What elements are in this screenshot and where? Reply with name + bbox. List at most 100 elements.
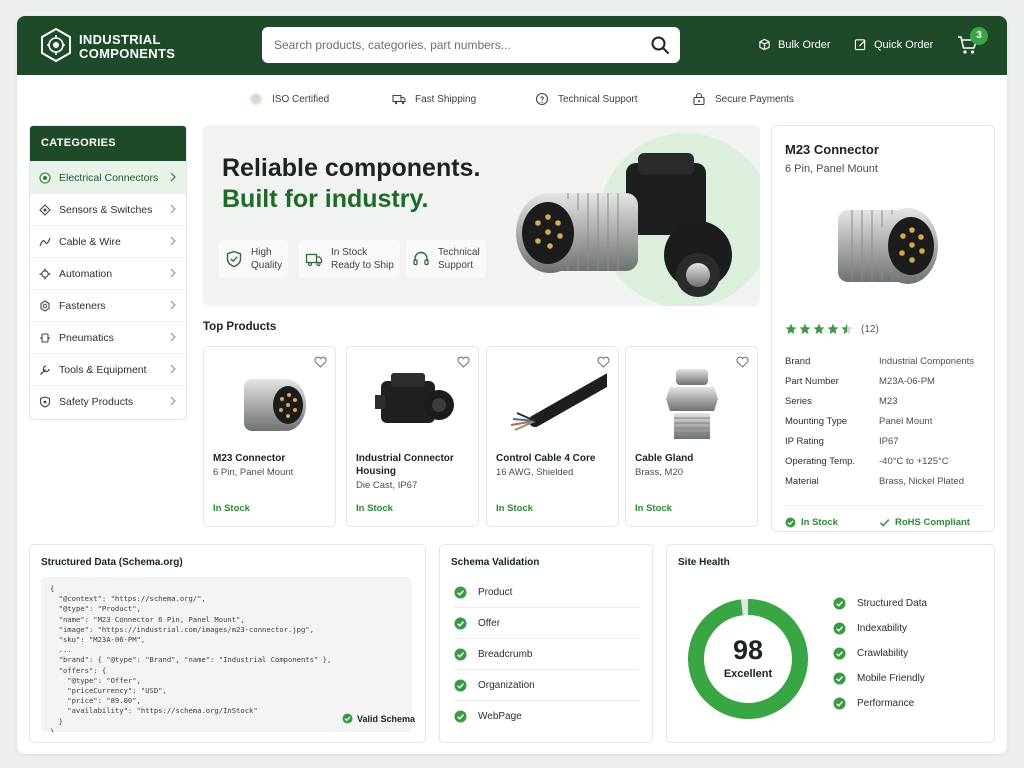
product-card[interactable]: Industrial Connector Housing Die Cast, I… bbox=[346, 346, 479, 527]
spec-value: M23 bbox=[879, 396, 898, 407]
product-image bbox=[510, 373, 607, 431]
shield-icon bbox=[39, 395, 51, 408]
validation-label: Offer bbox=[478, 617, 501, 629]
wrench-icon bbox=[40, 364, 50, 375]
pneumatics-icon bbox=[40, 332, 50, 343]
spec-row: Part Number M23A-06-PM bbox=[785, 376, 985, 387]
health-score-label: Excellent bbox=[723, 668, 773, 680]
star-icon bbox=[785, 323, 797, 334]
valid-schema-label: Valid Schema bbox=[357, 713, 416, 724]
search-bar bbox=[262, 27, 680, 63]
quick-order-button[interactable]: Quick Order bbox=[854, 38, 933, 51]
validation-item: Offer bbox=[454, 608, 639, 639]
trust-item-payments: Secure Payments bbox=[692, 92, 794, 106]
validation-label: WebPage bbox=[478, 711, 522, 722]
quick-order-label: Quick Order bbox=[874, 38, 934, 51]
product-image bbox=[244, 379, 306, 431]
detail-product-image bbox=[838, 208, 938, 284]
cart-count-badge: 3 bbox=[970, 27, 988, 45]
trust-item-iso: ISO Certified bbox=[249, 92, 329, 106]
detail-title: M23 Connector bbox=[785, 142, 879, 157]
brand-line-2: COMPONENTS bbox=[79, 46, 176, 61]
health-item: Structured Data bbox=[833, 597, 927, 610]
chevron-right-icon bbox=[170, 204, 176, 214]
hero-feature-quality: High Quality bbox=[219, 240, 289, 278]
feature-line: Ready to Ship bbox=[331, 260, 394, 271]
star-icon bbox=[827, 323, 839, 334]
category-tools-equipment[interactable]: Tools & Equipment bbox=[30, 353, 186, 385]
schema-code-block[interactable]: { "@context": "https://schema.org/", "@t… bbox=[41, 577, 412, 732]
product-desc: Die Cast, IP67 bbox=[356, 480, 418, 491]
rohs-badge: RoHS Compliant bbox=[879, 517, 970, 528]
validation-label: Organization bbox=[478, 679, 535, 691]
category-safety-products[interactable]: Safety Products bbox=[30, 385, 186, 417]
spec-row: Mounting Type Panel Mount bbox=[785, 416, 985, 427]
product-name: Control Cable 4 Core bbox=[496, 453, 596, 464]
chevron-right-icon bbox=[170, 300, 176, 310]
stock-status: In Stock bbox=[356, 503, 393, 514]
health-item-label: Crawlability bbox=[857, 648, 909, 659]
category-automation[interactable]: Automation bbox=[30, 257, 186, 289]
search-icon[interactable] bbox=[650, 35, 670, 55]
chevron-right-icon bbox=[170, 236, 176, 246]
spec-row: Brand Industrial Components bbox=[785, 356, 985, 367]
category-cable-wire[interactable]: Cable & Wire bbox=[30, 225, 186, 257]
health-score: 98 bbox=[732, 635, 764, 665]
health-item-label: Structured Data bbox=[857, 598, 928, 609]
stock-status: In Stock bbox=[635, 503, 672, 514]
hero-banner: Reliable components. Built for industry.… bbox=[203, 125, 760, 306]
trust-label: ISO Certified bbox=[272, 93, 330, 105]
category-sensors-switches[interactable]: Sensors & Switches bbox=[30, 193, 186, 225]
health-item-label: Indexability bbox=[857, 623, 908, 634]
checkmark-icon bbox=[879, 519, 890, 527]
truck-icon bbox=[392, 94, 406, 105]
category-fasteners[interactable]: Fasteners bbox=[30, 289, 186, 321]
product-desc: Brass, M20 bbox=[635, 467, 684, 478]
stock-status: In Stock bbox=[496, 503, 533, 514]
spec-key: Series bbox=[785, 396, 812, 407]
in-stock-label: In Stock bbox=[801, 517, 838, 528]
spec-value: IP67 bbox=[879, 436, 899, 447]
feature-line: High bbox=[251, 247, 272, 258]
category-label: Sensors & Switches bbox=[59, 203, 153, 216]
hero-feature-stock: In Stock Ready to Ship bbox=[299, 240, 400, 278]
schema-validation-title: Schema Validation bbox=[451, 557, 540, 568]
feature-line: In Stock bbox=[331, 247, 368, 258]
category-label: Pneumatics bbox=[59, 331, 114, 344]
app-frame: INDUSTRIAL COMPONENTS Bulk Order Quick O… bbox=[17, 16, 1007, 754]
categories-panel: CATEGORIES Electrical Connectors Sensors… bbox=[29, 125, 187, 420]
check-circle-icon bbox=[454, 586, 467, 598]
shield-check-icon bbox=[226, 250, 242, 268]
rohs-label: RoHS Compliant bbox=[895, 517, 970, 528]
spec-row: Series M23 bbox=[785, 396, 985, 407]
health-item: Performance bbox=[833, 697, 914, 710]
review-count[interactable]: (12) bbox=[861, 324, 879, 335]
divider bbox=[785, 505, 983, 506]
brand-name[interactable]: INDUSTRIAL COMPONENTS bbox=[79, 33, 175, 61]
product-detail-panel: M23 Connector 6 Pin, Panel Mount (12) Br… bbox=[771, 125, 995, 532]
stock-status: In Stock bbox=[213, 503, 250, 514]
check-circle-icon bbox=[833, 597, 846, 610]
logo-icon bbox=[41, 28, 71, 62]
hero-headline: Reliable components. bbox=[222, 154, 481, 182]
bulk-order-button[interactable]: Bulk Order bbox=[758, 38, 831, 51]
product-card[interactable]: M23 Connector 6 Pin, Panel Mount In Stoc… bbox=[203, 346, 336, 527]
header: INDUSTRIAL COMPONENTS Bulk Order Quick O… bbox=[17, 16, 1007, 75]
product-card[interactable]: Cable Gland Brass, M20 In Stock bbox=[625, 346, 758, 527]
health-item: Crawlability bbox=[833, 647, 908, 660]
truck-icon bbox=[305, 253, 323, 267]
search-input[interactable] bbox=[274, 27, 644, 63]
lock-icon bbox=[693, 92, 705, 106]
rating-stars[interactable]: (12) bbox=[785, 323, 879, 335]
product-name: M23 Connector bbox=[213, 453, 286, 464]
category-electrical-connectors[interactable]: Electrical Connectors bbox=[30, 161, 186, 193]
detail-subtitle: 6 Pin, Panel Mount bbox=[785, 163, 878, 175]
validation-item: Breadcrumb bbox=[454, 639, 639, 670]
category-pneumatics[interactable]: Pneumatics bbox=[30, 321, 186, 353]
spec-row: IP Rating IP67 bbox=[785, 436, 985, 447]
product-card[interactable]: Control Cable 4 Core 16 AWG, Shielded In… bbox=[486, 346, 619, 527]
product-desc: 6 Pin, Panel Mount bbox=[213, 467, 294, 478]
category-label: Electrical Connectors bbox=[59, 171, 159, 184]
chevron-right-icon bbox=[170, 172, 176, 182]
health-item: Indexability bbox=[833, 622, 907, 635]
